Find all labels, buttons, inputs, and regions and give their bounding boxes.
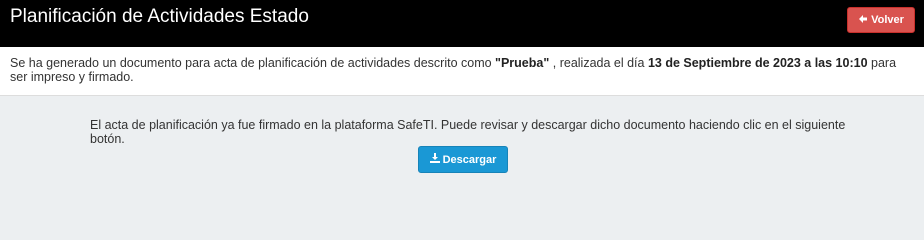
arrow-left-icon: [858, 14, 868, 27]
info-text-before: Se ha generado un documento para acta de…: [10, 56, 496, 70]
page-title: Planificación de Actividades Estado: [10, 6, 309, 27]
signed-message: El acta de planificación ya fue firmado …: [90, 118, 846, 146]
document-date: 13 de Septiembre de 2023 a las 10:10: [647, 56, 868, 70]
page-header: Planificación de Actividades Estado Volv…: [0, 0, 924, 47]
info-text-middle: , realizada el día: [549, 56, 648, 70]
back-button[interactable]: Volver: [847, 7, 915, 33]
main-panel: El acta de planificación ya fue firmado …: [0, 96, 924, 227]
download-button-label: Descargar: [442, 153, 497, 166]
download-button[interactable]: Descargar: [418, 146, 508, 173]
back-button-label: Volver: [871, 14, 904, 26]
info-bar: Se ha generado un documento para acta de…: [0, 47, 924, 96]
document-name: "Prueba": [495, 56, 550, 70]
info-message: Se ha generado un documento para acta de…: [10, 56, 915, 84]
download-icon: [429, 153, 440, 166]
